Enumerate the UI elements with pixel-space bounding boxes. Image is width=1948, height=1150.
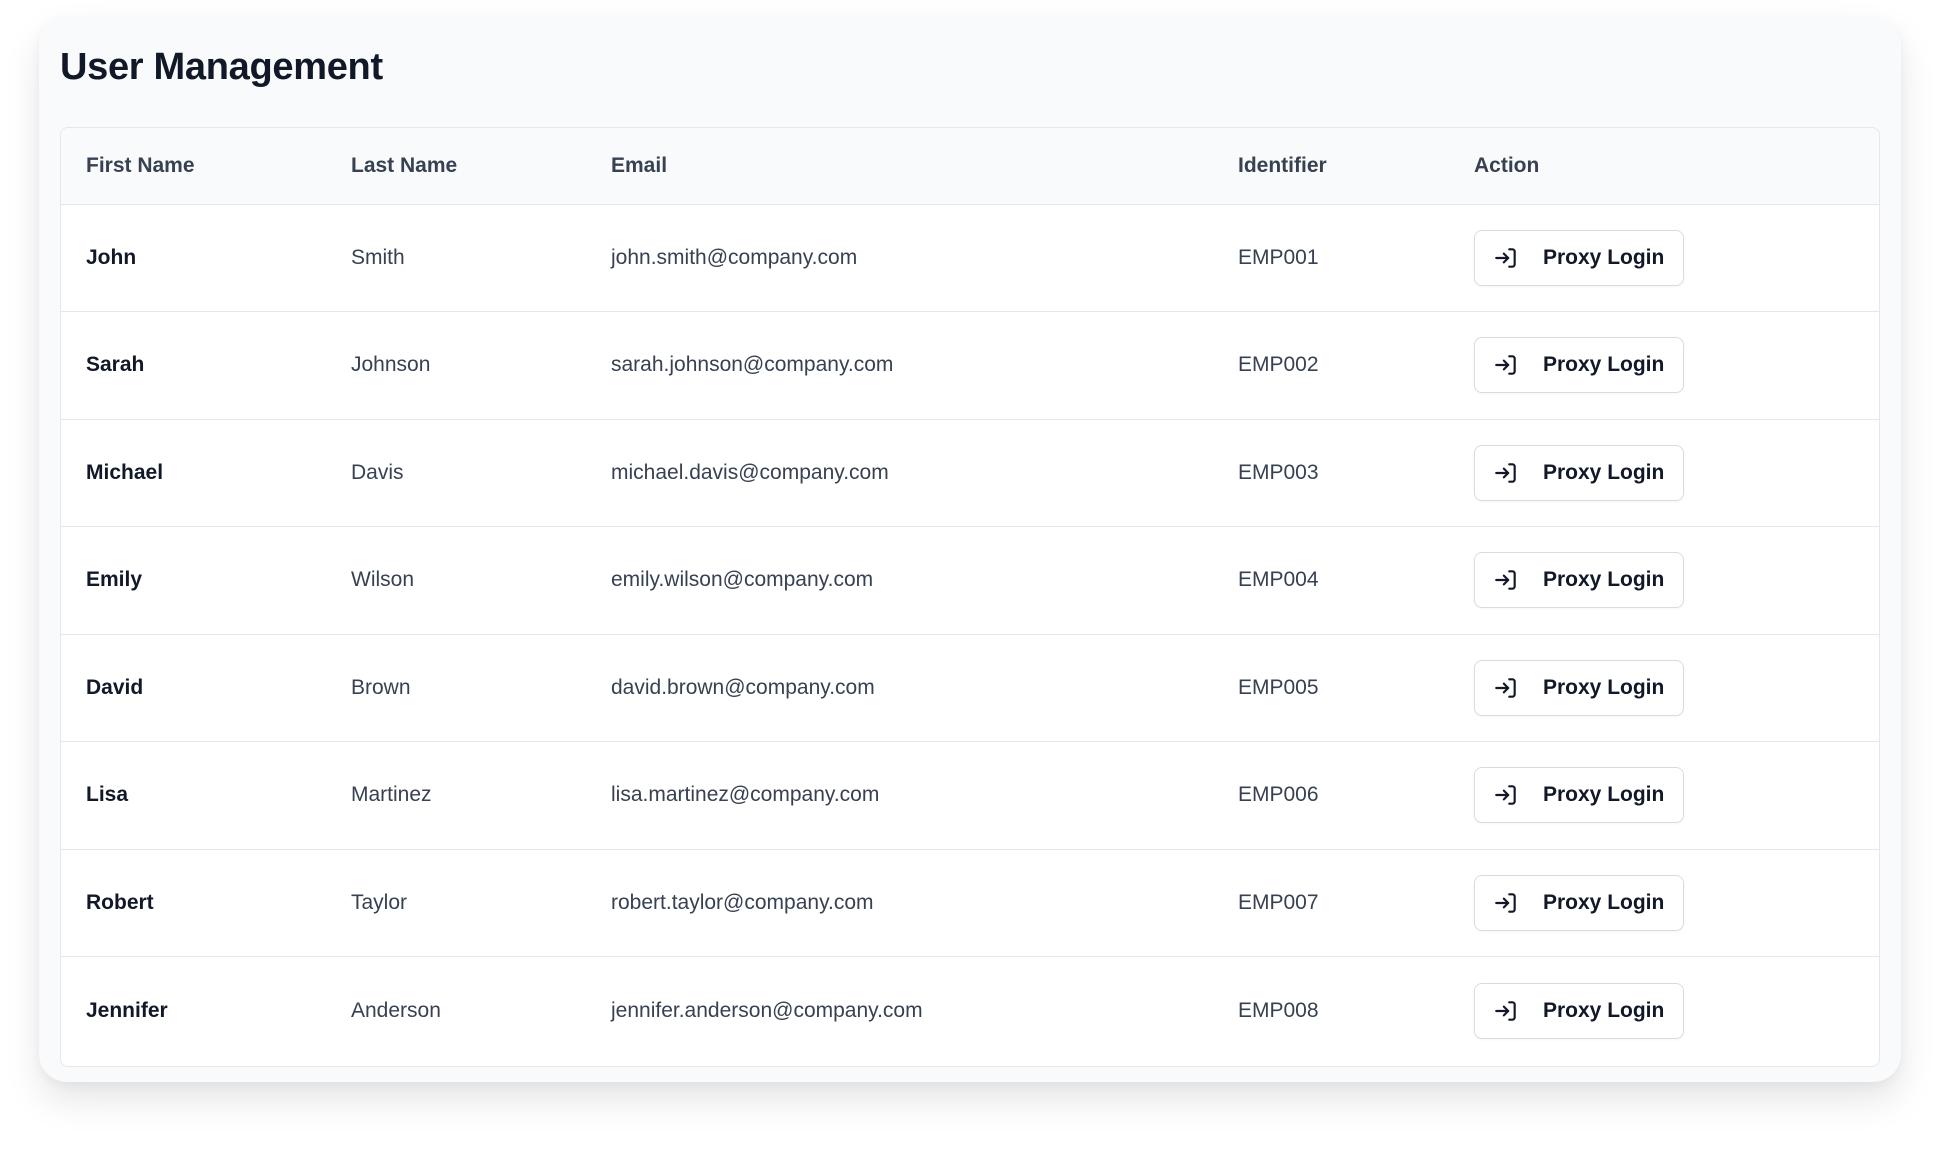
cell-identifier: EMP003 (1213, 418, 1449, 527)
cell-last-name: Martinez (326, 741, 586, 849)
cell-action: Proxy Login (1449, 526, 1879, 634)
cell-first-name: Robert (61, 848, 326, 957)
cell-last-name: Brown (326, 633, 586, 742)
cell-last-name: Johnson (326, 311, 586, 419)
cell-action: Proxy Login (1449, 741, 1879, 849)
log-in-icon (1493, 675, 1519, 701)
table-row: Sarah Johnson sarah.johnson@company.com … (61, 311, 1879, 419)
proxy-login-button[interactable]: Proxy Login (1474, 229, 1685, 286)
log-in-icon (1493, 352, 1519, 378)
column-header-action: Action (1449, 128, 1879, 205)
cell-first-name: Emily (61, 526, 326, 634)
table-row: David Brown david.brown@company.com EMP0… (61, 633, 1879, 742)
column-header-identifier: Identifier (1213, 128, 1449, 205)
cell-action: Proxy Login (1449, 633, 1879, 742)
cell-first-name: Lisa (61, 741, 326, 849)
proxy-login-label: Proxy Login (1543, 890, 1665, 914)
proxy-login-label: Proxy Login (1543, 568, 1665, 592)
proxy-login-label: Proxy Login (1543, 353, 1665, 377)
table-row: Robert Taylor robert.taylor@company.com … (61, 848, 1879, 957)
proxy-login-label: Proxy Login (1543, 460, 1665, 484)
proxy-login-button[interactable]: Proxy Login (1474, 767, 1685, 824)
log-in-icon (1493, 782, 1519, 808)
cell-first-name: Jennifer (61, 956, 326, 1064)
table-body: John Smith john.smith@company.com EMP001… (61, 204, 1879, 1064)
users-table-container: First Name Last Name Email Identifier Ac… (60, 127, 1880, 1067)
cell-first-name: Michael (61, 418, 326, 527)
proxy-login-label: Proxy Login (1543, 998, 1665, 1022)
log-in-icon (1493, 460, 1519, 486)
cell-last-name: Smith (351, 245, 405, 269)
cell-identifier: EMP006 (1213, 741, 1449, 849)
proxy-login-button[interactable]: Proxy Login (1474, 444, 1685, 501)
cell-action: Proxy Login (1449, 848, 1879, 957)
table-header: First Name Last Name Email Identifier Ac… (61, 128, 1879, 205)
cell-email: david.brown@company.com (586, 633, 1213, 742)
page-title: User Management (60, 46, 383, 88)
cell-action: Proxy Login (1449, 956, 1879, 1064)
proxy-login-button[interactable]: Proxy Login (1474, 874, 1685, 931)
log-in-icon (1493, 890, 1519, 916)
cell-identifier: EMP008 (1213, 956, 1449, 1064)
cell-action: Proxy Login (1449, 204, 1879, 312)
cell-email: lisa.martinez@company.com (586, 741, 1213, 849)
table-row: Emily Wilson emily.wilson@company.com EM… (61, 526, 1879, 634)
log-in-icon (1493, 245, 1519, 271)
cell-last-name: Davis (326, 418, 586, 527)
user-management-card: User Management First Name Last Name Ema… (39, 16, 1901, 1082)
table-row: Lisa Martinez lisa.martinez@company.com … (61, 741, 1879, 849)
users-table: First Name Last Name Email Identifier Ac… (61, 128, 1879, 1064)
proxy-login-label: Proxy Login (1543, 783, 1665, 807)
proxy-login-button[interactable]: Proxy Login (1474, 982, 1685, 1039)
log-in-icon (1493, 998, 1519, 1024)
cell-action: Proxy Login (1449, 418, 1879, 527)
cell-identifier: EMP002 (1213, 311, 1449, 419)
cell-first-name: John (86, 245, 137, 269)
cell-identifier: EMP005 (1213, 633, 1449, 742)
table-row: Michael Davis michael.davis@company.com … (61, 418, 1879, 527)
cell-last-name: Taylor (326, 848, 586, 957)
cell-first-name: David (61, 633, 326, 742)
proxy-login-label: Proxy Login (1543, 675, 1665, 699)
cell-email: sarah.johnson@company.com (586, 311, 1213, 419)
cell-first-name: Sarah (61, 311, 326, 419)
cell-identifier: EMP004 (1213, 526, 1449, 634)
table-header-row: First Name Last Name Email Identifier Ac… (61, 128, 1879, 205)
proxy-login-button[interactable]: Proxy Login (1474, 659, 1685, 716)
cell-email: robert.taylor@company.com (586, 848, 1213, 957)
proxy-login-button[interactable]: Proxy Login (1474, 337, 1685, 394)
table-row: John Smith john.smith@company.com EMP001… (61, 204, 1879, 312)
proxy-login-label: Proxy Login (1543, 245, 1665, 269)
cell-identifier: EMP007 (1213, 848, 1449, 957)
proxy-login-button[interactable]: Proxy Login (1474, 552, 1685, 609)
cell-last-name: Wilson (326, 526, 586, 634)
cell-action: Proxy Login (1449, 311, 1879, 419)
cell-last-name: Anderson (326, 956, 586, 1064)
cell-email: john.smith@company.com (611, 245, 858, 269)
column-header-last-name: Last Name (326, 128, 586, 205)
column-header-first-name: First Name (61, 128, 326, 205)
cell-email: jennifer.anderson@company.com (586, 956, 1213, 1064)
cell-email: michael.davis@company.com (586, 418, 1213, 527)
log-in-icon (1493, 567, 1519, 593)
cell-email: emily.wilson@company.com (586, 526, 1213, 634)
table-row: Jennifer Anderson jennifer.anderson@comp… (61, 956, 1879, 1064)
cell-identifier: EMP001 (1238, 245, 1319, 269)
column-header-email: Email (586, 128, 1213, 205)
